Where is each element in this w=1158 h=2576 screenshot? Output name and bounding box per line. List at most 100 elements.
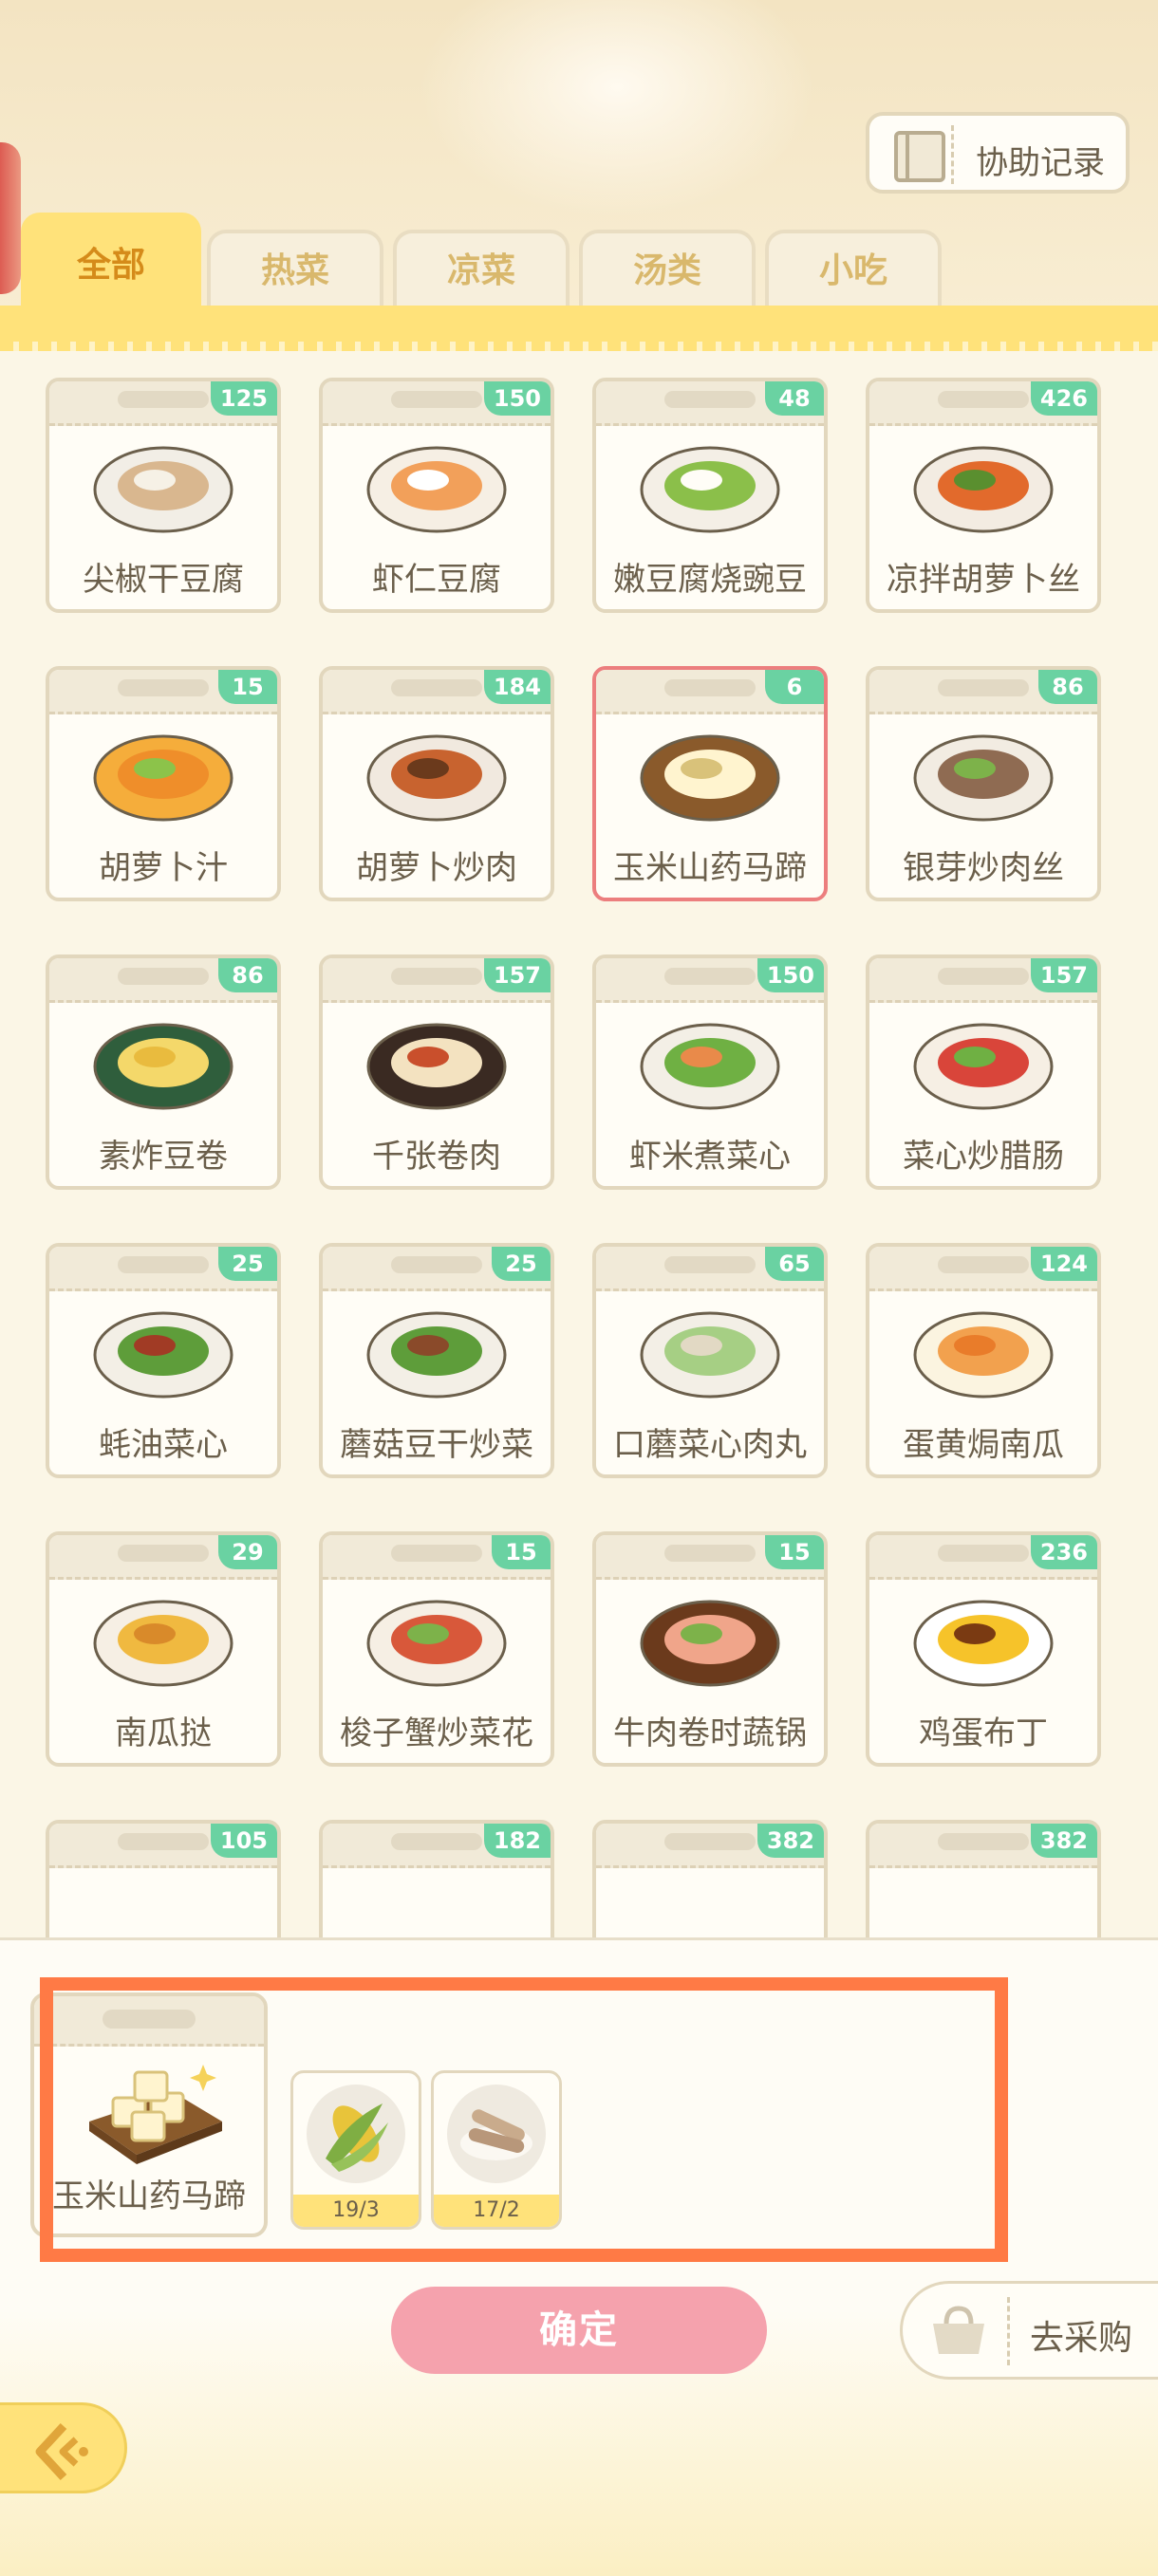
- selection-highlight: [40, 1977, 1008, 2262]
- count-badge: 15: [492, 1535, 551, 1569]
- dish-name: 胡萝卜汁: [99, 849, 228, 887]
- dish-name: 尖椒干豆腐: [83, 561, 244, 599]
- dish-icon: [366, 446, 507, 533]
- dish-icon: [93, 1023, 233, 1110]
- dish-card[interactable]: 426 凉拌胡萝卜丝: [866, 378, 1101, 613]
- tab-label: 小吃: [818, 251, 887, 290]
- tab-snack[interactable]: 小吃: [765, 230, 942, 311]
- dish-icon: [913, 1311, 1054, 1399]
- dish-name: 鸡蛋布丁: [919, 1714, 1048, 1752]
- dish-name: 菜心炒腊肠: [903, 1138, 1064, 1176]
- dish-card[interactable]: 150 虾仁豆腐: [319, 378, 554, 613]
- dish-icon: [913, 1023, 1054, 1110]
- tab-all[interactable]: 全部: [21, 213, 201, 311]
- confirm-button[interactable]: 确定: [391, 2287, 767, 2374]
- count-badge: 426: [1030, 381, 1097, 416]
- dish-icon: [366, 734, 507, 822]
- divider: [1007, 2297, 1010, 2365]
- count-badge: 157: [483, 958, 551, 992]
- dish-card[interactable]: 236 鸡蛋布丁: [866, 1531, 1101, 1767]
- category-tabs: 热菜 凉菜 汤类 小吃 全部: [21, 213, 970, 311]
- dish-grid: 125 尖椒干豆腐 150 虾仁豆腐 48 嫩豆腐烧豌豆 426 凉拌胡萝卜丝 15 胡萝卜汁 18…: [0, 351, 1158, 1937]
- dish-card[interactable]: 157 千张卷肉: [319, 954, 554, 1190]
- dish-name: 口蘑菜心肉丸: [613, 1426, 807, 1464]
- dish-name: 素炸豆卷: [99, 1138, 228, 1176]
- dish-icon: [93, 446, 233, 533]
- tab-soup[interactable]: 汤类: [579, 230, 756, 311]
- dish-card[interactable]: 25 蘑菇豆干炒菜: [319, 1243, 554, 1478]
- dish-card[interactable]: 382: [592, 1820, 828, 1937]
- dish-card[interactable]: 65 口蘑菜心肉丸: [592, 1243, 828, 1478]
- back-arrow-icon: [35, 2422, 88, 2481]
- count-badge: 29: [218, 1535, 277, 1569]
- dish-card[interactable]: 48 嫩豆腐烧豌豆: [592, 378, 828, 613]
- count-badge: 15: [765, 1535, 824, 1569]
- dish-card[interactable]: 15 胡萝卜汁: [46, 666, 281, 901]
- count-badge: 15: [218, 670, 277, 704]
- dish-name: 虾仁豆腐: [372, 561, 501, 599]
- decor-edge: [0, 142, 21, 294]
- dish-icon: [366, 1023, 507, 1110]
- dish-name: 梭子蟹炒菜花: [340, 1714, 533, 1752]
- dish-icon: [640, 1023, 780, 1110]
- dish-card[interactable]: 86 银芽炒肉丝: [866, 666, 1101, 901]
- dish-card[interactable]: 125 尖椒干豆腐: [46, 378, 281, 613]
- count-badge: 382: [1030, 1824, 1097, 1858]
- count-badge: 150: [756, 958, 824, 992]
- go-purchase-button[interactable]: 去采购: [900, 2281, 1158, 2380]
- dish-icon: [366, 1600, 507, 1687]
- count-badge: 48: [765, 381, 824, 416]
- count-badge: 6: [765, 670, 824, 704]
- back-button[interactable]: [0, 2402, 127, 2493]
- dish-icon: [640, 1311, 780, 1399]
- window-light: [418, 0, 816, 218]
- count-badge: 25: [492, 1247, 551, 1281]
- dish-card[interactable]: 184 胡萝卜炒肉: [319, 666, 554, 901]
- dish-icon: [93, 734, 233, 822]
- dish-card[interactable]: 15 牛肉卷时蔬锅: [592, 1531, 828, 1767]
- dish-card[interactable]: 157 菜心炒腊肠: [866, 954, 1101, 1190]
- count-badge: 157: [1030, 958, 1097, 992]
- dish-card[interactable]: 15 梭子蟹炒菜花: [319, 1531, 554, 1767]
- dish-name: 虾米煮菜心: [629, 1138, 791, 1176]
- dish-icon: [93, 1311, 233, 1399]
- dish-icon: [93, 1600, 233, 1687]
- count-badge: 25: [218, 1247, 277, 1281]
- tab-label: 热菜: [260, 251, 329, 290]
- dish-name: 银芽炒肉丝: [903, 849, 1064, 887]
- count-badge: 125: [210, 381, 277, 416]
- count-badge: 124: [1030, 1247, 1097, 1281]
- dish-name: 蘑菇豆干炒菜: [340, 1426, 533, 1464]
- tab-label: 凉菜: [446, 251, 515, 290]
- divider: [951, 125, 954, 184]
- count-badge: 65: [765, 1247, 824, 1281]
- tab-label: 全部: [76, 246, 145, 285]
- dish-card[interactable]: 86 素炸豆卷: [46, 954, 281, 1190]
- count-badge: 236: [1030, 1535, 1097, 1569]
- dish-card[interactable]: 382: [866, 1820, 1101, 1937]
- tab-cold[interactable]: 凉菜: [393, 230, 570, 311]
- basket-icon: [933, 2306, 984, 2354]
- dish-icon: [913, 734, 1054, 822]
- dish-icon: [640, 1600, 780, 1687]
- dish-card[interactable]: 150 虾米煮菜心: [592, 954, 828, 1190]
- dish-card[interactable]: 25 蚝油菜心: [46, 1243, 281, 1478]
- tab-hot[interactable]: 热菜: [207, 230, 383, 311]
- tab-label: 汤类: [632, 251, 701, 290]
- count-badge: 86: [1038, 670, 1097, 704]
- dish-icon: [640, 446, 780, 533]
- assist-record-button[interactable]: 协助记录: [866, 112, 1130, 194]
- dish-card[interactable]: 29 南瓜挞: [46, 1531, 281, 1767]
- notebook-icon: [894, 131, 945, 182]
- go-purchase-label: 去采购: [1030, 2319, 1133, 2358]
- dish-card[interactable]: 124 蛋黄焗南瓜: [866, 1243, 1101, 1478]
- dish-name: 胡萝卜炒肉: [356, 849, 517, 887]
- dish-card[interactable]: 6 玉米山药马蹄: [592, 666, 828, 901]
- assist-record-label: 协助记录: [976, 144, 1105, 182]
- count-badge: 382: [756, 1824, 824, 1858]
- dish-name: 凉拌胡萝卜丝: [887, 561, 1080, 599]
- dish-card[interactable]: 105: [46, 1820, 281, 1937]
- dish-name: 牛肉卷时蔬锅: [613, 1714, 807, 1752]
- count-badge: 150: [483, 381, 551, 416]
- dish-card[interactable]: 182: [319, 1820, 554, 1937]
